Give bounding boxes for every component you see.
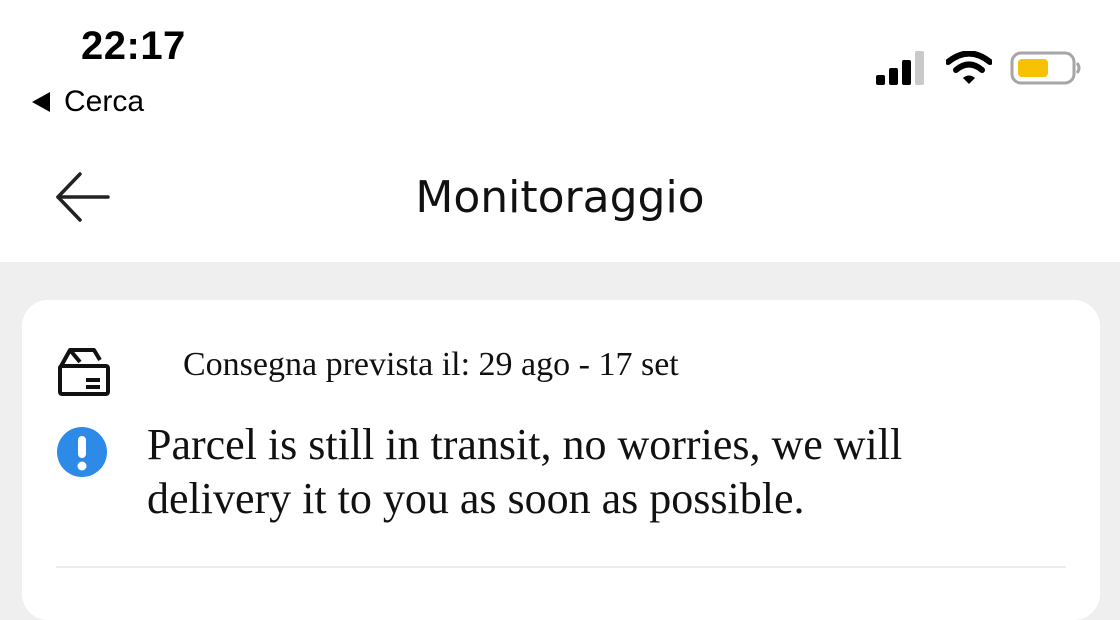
transit-alert-message: Parcel is still in transit, no worries, … [147,420,903,523]
package-box-icon [58,348,110,396]
cellular-signal-icon [876,51,924,85]
header-area: 22:17 Cerca Monitoraggio [0,0,1120,262]
estimated-delivery-text: Consegna prevista il: 29 ago - 17 set [183,346,679,383]
divider [56,566,1066,568]
exclamation-circle-icon [57,427,107,477]
back-to-app-link[interactable]: Cerca [30,84,144,120]
tracking-card: Consegna prevista il: 29 ago - 17 set Pa… [22,300,1100,620]
back-triangle-icon [32,92,50,112]
status-time: 22:17 [81,24,186,68]
page-title: Monitoraggio [415,172,705,223]
status-icons [876,48,1082,88]
wifi-icon [946,51,992,84]
battery-icon [1010,51,1081,85]
back-to-app-label: Cerca [64,85,145,118]
